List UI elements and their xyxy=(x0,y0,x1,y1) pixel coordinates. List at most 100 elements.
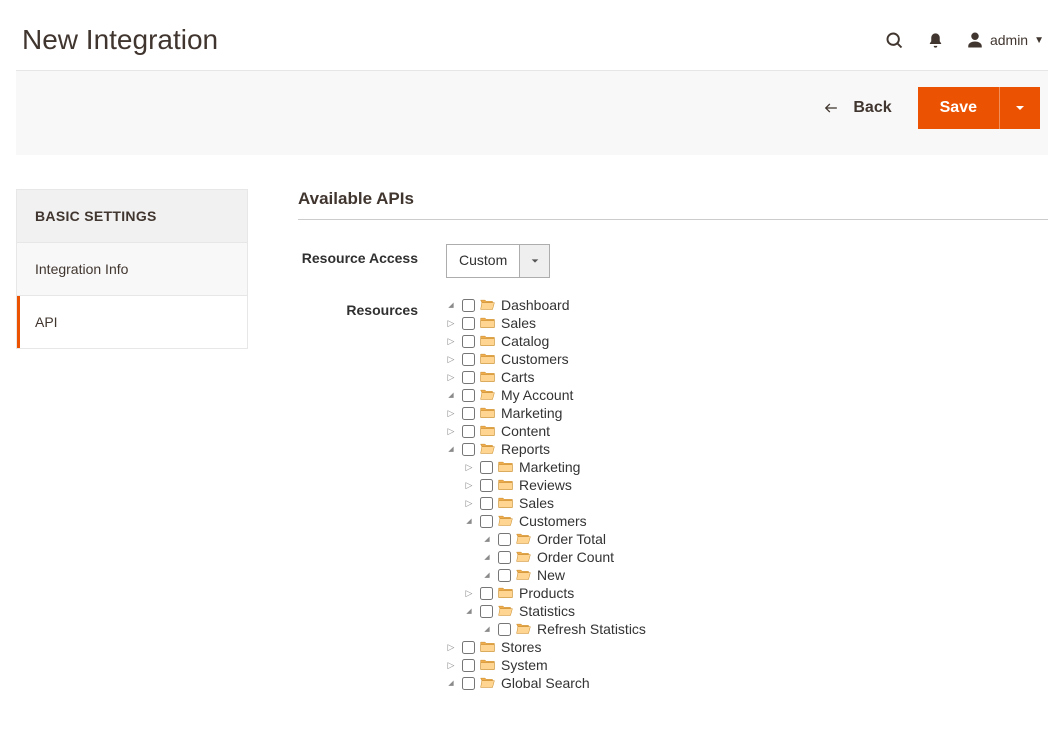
folder-icon xyxy=(480,640,495,655)
tree-checkbox[interactable] xyxy=(462,677,475,690)
sidebar-title: BASIC SETTINGS xyxy=(17,190,247,243)
tree-checkbox[interactable] xyxy=(462,443,475,456)
tree-checkbox[interactable] xyxy=(462,353,475,366)
tree-checkbox[interactable] xyxy=(480,479,493,492)
search-icon[interactable] xyxy=(884,30,905,51)
tree-checkbox[interactable] xyxy=(480,497,493,510)
collapse-icon[interactable]: ◢ xyxy=(446,392,456,399)
tree-node-marketing: ▷ Marketing xyxy=(446,404,646,422)
main-content: Available APIs Resource Access Custom Re… xyxy=(298,189,1048,710)
admin-user-menu[interactable]: admin ▼ xyxy=(966,31,1044,49)
tree-node-label[interactable]: Marketing xyxy=(517,460,580,474)
save-dropdown-button[interactable] xyxy=(999,87,1040,129)
sidebar-item-integration-info[interactable]: Integration Info xyxy=(17,243,247,296)
tree-checkbox[interactable] xyxy=(498,551,511,564)
collapse-icon[interactable]: ◢ xyxy=(482,626,492,633)
folder-icon xyxy=(516,532,531,547)
tree-node-stores: ▷ Stores xyxy=(446,638,646,656)
collapse-icon[interactable]: ◢ xyxy=(464,518,474,525)
tree-node-label[interactable]: New xyxy=(535,568,565,582)
tree-node-label[interactable]: Reviews xyxy=(517,478,572,492)
tree-node-label[interactable]: Sales xyxy=(499,316,536,330)
tree-node-label[interactable]: Products xyxy=(517,586,574,600)
folder-icon xyxy=(480,658,495,673)
tree-node-label[interactable]: Refresh Statistics xyxy=(535,622,646,636)
tree-checkbox[interactable] xyxy=(480,515,493,528)
tree-checkbox[interactable] xyxy=(462,389,475,402)
tree-checkbox[interactable] xyxy=(462,425,475,438)
folder-icon xyxy=(498,586,513,601)
collapse-icon[interactable]: ◢ xyxy=(446,302,456,309)
folder-icon xyxy=(498,496,513,511)
collapse-icon[interactable]: ◢ xyxy=(446,446,456,453)
tree-node-label[interactable]: Dashboard xyxy=(499,298,570,312)
tree-node-label[interactable]: Customers xyxy=(517,514,587,528)
expand-icon[interactable]: ▷ xyxy=(464,589,474,598)
tree-node-label[interactable]: Catalog xyxy=(499,334,549,348)
tree-node-label[interactable]: Statistics xyxy=(517,604,575,618)
tree-node-label[interactable]: Reports xyxy=(499,442,550,456)
tree-checkbox[interactable] xyxy=(480,461,493,474)
folder-icon xyxy=(480,298,495,313)
expand-icon[interactable]: ▷ xyxy=(446,661,456,670)
tree-checkbox[interactable] xyxy=(498,623,511,636)
expand-icon[interactable]: ▷ xyxy=(446,409,456,418)
folder-icon xyxy=(516,622,531,637)
tree-node-label[interactable]: Order Total xyxy=(535,532,606,546)
tree-node-global-search: ◢ Global Search xyxy=(446,674,646,692)
save-button[interactable]: Save xyxy=(918,87,999,129)
tree-node-reports: ◢ Reports xyxy=(446,440,646,458)
expand-icon[interactable]: ▷ xyxy=(446,337,456,346)
expand-icon[interactable]: ▷ xyxy=(464,499,474,508)
expand-icon[interactable]: ▷ xyxy=(464,463,474,472)
tree-checkbox[interactable] xyxy=(480,587,493,600)
tree-node-customers: ▷ Customers xyxy=(446,350,646,368)
expand-icon[interactable]: ▷ xyxy=(464,481,474,490)
tree-node-label[interactable]: Stores xyxy=(499,640,541,654)
tree-node-label[interactable]: Marketing xyxy=(499,406,562,420)
folder-icon xyxy=(516,550,531,565)
folder-icon xyxy=(480,370,495,385)
tree-checkbox[interactable] xyxy=(498,569,511,582)
expand-icon[interactable]: ▷ xyxy=(446,355,456,364)
tree-node-label[interactable]: Content xyxy=(499,424,550,438)
tree-checkbox[interactable] xyxy=(462,317,475,330)
collapse-icon[interactable]: ◢ xyxy=(446,680,456,687)
sidebar-item-label: API xyxy=(35,314,58,330)
tree-node-label[interactable]: My Account xyxy=(499,388,573,402)
tree-node-label[interactable]: System xyxy=(499,658,548,672)
tree-checkbox[interactable] xyxy=(498,533,511,546)
tree-node-label[interactable]: Order Count xyxy=(535,550,614,564)
folder-icon xyxy=(498,514,513,529)
back-button[interactable]: Back xyxy=(821,99,891,117)
arrow-left-icon xyxy=(821,101,841,115)
tree-checkbox[interactable] xyxy=(462,407,475,420)
tree-checkbox[interactable] xyxy=(462,335,475,348)
folder-icon xyxy=(516,568,531,583)
tree-node-label[interactable]: Sales xyxy=(517,496,554,510)
expand-icon[interactable]: ▷ xyxy=(446,643,456,652)
collapse-icon[interactable]: ◢ xyxy=(482,536,492,543)
expand-icon[interactable]: ▷ xyxy=(446,427,456,436)
tree-checkbox[interactable] xyxy=(462,371,475,384)
tree-node-carts: ▷ Carts xyxy=(446,368,646,386)
tree-node-reviews: ▷ Reviews xyxy=(464,476,646,494)
folder-icon xyxy=(480,352,495,367)
tree-checkbox[interactable] xyxy=(462,641,475,654)
collapse-icon[interactable]: ◢ xyxy=(464,608,474,615)
expand-icon[interactable]: ▷ xyxy=(446,319,456,328)
tree-node-label[interactable]: Global Search xyxy=(499,676,590,690)
resource-access-select[interactable]: Custom xyxy=(446,244,550,278)
collapse-icon[interactable]: ◢ xyxy=(482,572,492,579)
tree-node-label[interactable]: Customers xyxy=(499,352,569,366)
sidebar-item-api[interactable]: API xyxy=(17,296,247,348)
folder-icon xyxy=(480,424,495,439)
expand-icon[interactable]: ▷ xyxy=(446,373,456,382)
notifications-icon[interactable] xyxy=(927,31,944,50)
tree-checkbox[interactable] xyxy=(462,659,475,672)
back-label: Back xyxy=(853,99,891,117)
tree-checkbox[interactable] xyxy=(462,299,475,312)
collapse-icon[interactable]: ◢ xyxy=(482,554,492,561)
tree-checkbox[interactable] xyxy=(480,605,493,618)
tree-node-label[interactable]: Carts xyxy=(499,370,534,384)
